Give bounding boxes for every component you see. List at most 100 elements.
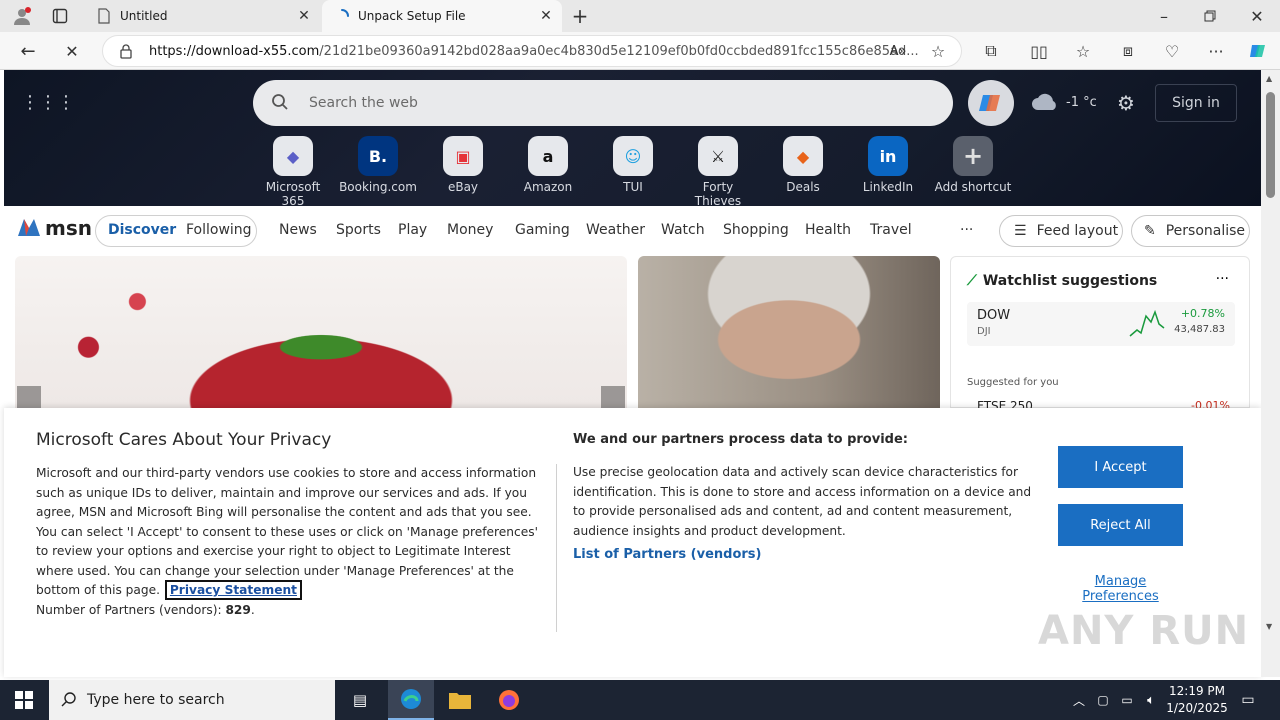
file-explorer-button[interactable] bbox=[437, 680, 483, 720]
restore-icon[interactable] bbox=[1196, 2, 1224, 30]
web-search-input[interactable]: Search the web bbox=[253, 80, 953, 126]
stop-icon[interactable]: ✕ bbox=[58, 37, 86, 65]
favorite-star-icon[interactable]: ☆ bbox=[924, 37, 952, 65]
url-field[interactable]: https://download-x55.com/21d21be09360a91… bbox=[102, 35, 962, 67]
manage-preferences-link[interactable]: Manage Preferences bbox=[1058, 574, 1183, 604]
taskbar-clock[interactable]: 12:19 PM 1/20/2025 bbox=[1166, 683, 1228, 717]
page-scrollbar[interactable]: ▲ ▼ bbox=[1261, 70, 1280, 677]
edge-taskbar-button[interactable] bbox=[388, 680, 434, 720]
booking-icon: B. bbox=[358, 136, 398, 176]
folder-icon bbox=[449, 693, 471, 709]
feed-layout-button[interactable]: ☰ Feed layout bbox=[999, 215, 1123, 247]
shortcut-amazon[interactable]: a Amazon bbox=[508, 136, 588, 194]
clock-date: 1/20/2025 bbox=[1166, 701, 1228, 715]
nav-news[interactable]: News bbox=[279, 222, 317, 238]
read-aloud-icon[interactable]: A» bbox=[884, 37, 912, 65]
shortcut-forty-thieves[interactable]: ⚔ Forty Thieves bbox=[678, 136, 758, 208]
personalise-button[interactable]: ✎ Personalise bbox=[1131, 215, 1250, 247]
lock-icon[interactable] bbox=[119, 43, 133, 63]
news-card-drink[interactable] bbox=[15, 256, 627, 408]
quote-row-dow[interactable]: DOW DJI +0.78% 43,487.83 bbox=[967, 302, 1235, 346]
copilot-icon[interactable] bbox=[1244, 37, 1272, 65]
tab-untitled[interactable]: Untitled ✕ bbox=[84, 0, 320, 32]
privacy-body-text: Microsoft and our third-party vendors us… bbox=[36, 466, 538, 597]
quote-sub: DJI bbox=[977, 326, 991, 337]
nav-play[interactable]: Play bbox=[398, 222, 427, 238]
task-view-icon[interactable]: ▤ bbox=[346, 686, 374, 714]
apps-grid-icon[interactable]: ⋮⋮⋮ bbox=[21, 88, 75, 116]
tab-discover[interactable]: Discover bbox=[108, 222, 176, 238]
back-icon[interactable]: ← bbox=[14, 37, 42, 65]
nav-gaming[interactable]: Gaming bbox=[515, 222, 570, 238]
weather-widget[interactable]: -1 °c bbox=[1030, 92, 1097, 112]
taskbar-search-placeholder: Type here to search bbox=[87, 692, 225, 708]
tab-label: Untitled bbox=[120, 9, 168, 23]
nav-watch[interactable]: Watch bbox=[661, 222, 705, 238]
new-tab-icon[interactable]: + bbox=[566, 2, 594, 30]
tab-following[interactable]: Following bbox=[186, 222, 252, 238]
shortcut-add[interactable]: + Add shortcut bbox=[933, 136, 1013, 194]
shortcut-booking[interactable]: B. Booking.com bbox=[338, 136, 418, 194]
msn-logo[interactable]: msn bbox=[16, 216, 92, 240]
close-icon[interactable]: ✕ bbox=[538, 8, 554, 24]
carousel-next-icon[interactable] bbox=[601, 386, 625, 408]
sliders-icon: ☰ bbox=[1014, 223, 1027, 239]
privacy-right-title: We and our partners process data to prov… bbox=[573, 432, 908, 447]
collections-icon[interactable]: ⧈ bbox=[1114, 37, 1142, 65]
nav-sports[interactable]: Sports bbox=[336, 222, 381, 238]
shortcut-linkedin[interactable]: in LinkedIn bbox=[848, 136, 928, 194]
search-icon bbox=[61, 691, 77, 711]
more-menu-icon[interactable]: ··· bbox=[1202, 37, 1230, 65]
taskbar-search-input[interactable]: Type here to search bbox=[49, 680, 335, 720]
partners-list-link[interactable]: List of Partners (vendors) bbox=[573, 547, 761, 562]
close-icon[interactable]: ✕ bbox=[296, 8, 312, 24]
extensions-icon[interactable]: ⧉ bbox=[977, 37, 1005, 65]
edge-icon bbox=[401, 689, 421, 709]
nav-shopping[interactable]: Shopping bbox=[723, 222, 789, 238]
split-screen-icon[interactable]: ▯▯ bbox=[1025, 37, 1053, 65]
reject-all-button[interactable]: Reject All bbox=[1058, 504, 1183, 546]
weather-temp: -1 °c bbox=[1066, 94, 1097, 110]
privacy-divider bbox=[556, 464, 557, 632]
nav-weather[interactable]: Weather bbox=[586, 222, 645, 238]
profile-icon[interactable] bbox=[8, 2, 36, 30]
news-card-portrait[interactable] bbox=[638, 256, 940, 408]
trend-icon: ⟋ bbox=[967, 273, 977, 289]
browser-essentials-icon[interactable]: ♡ bbox=[1158, 37, 1186, 65]
shortcut-microsoft-365[interactable]: ◆ Microsoft 365 bbox=[253, 136, 333, 208]
shortcut-deals[interactable]: ◆ Deals bbox=[763, 136, 843, 194]
shortcut-tui[interactable]: ☺ TUI bbox=[593, 136, 673, 194]
feed-layout-label: Feed layout bbox=[1036, 223, 1119, 239]
shortcut-label: Forty Thieves bbox=[694, 180, 742, 208]
close-window-icon[interactable]: ✕ bbox=[1243, 2, 1271, 30]
firefox-button[interactable] bbox=[486, 680, 532, 720]
volume-icon[interactable]: 🔈︎ bbox=[1137, 686, 1165, 714]
privacy-statement-link[interactable]: Privacy Statement bbox=[164, 580, 302, 600]
partners-count-value: 829 bbox=[225, 602, 251, 617]
shortcut-label: Amazon bbox=[523, 180, 573, 194]
accept-button[interactable]: I Accept bbox=[1058, 446, 1183, 488]
page-icon bbox=[96, 8, 112, 24]
settings-gear-icon[interactable]: ⚙ bbox=[1112, 89, 1140, 117]
favorites-icon[interactable]: ☆ bbox=[1069, 37, 1097, 65]
tab-actions-icon[interactable] bbox=[46, 2, 74, 30]
nav-travel[interactable]: Travel bbox=[870, 222, 912, 238]
sign-in-button[interactable]: Sign in bbox=[1155, 84, 1237, 122]
minimize-icon[interactable]: – bbox=[1150, 2, 1178, 30]
nav-money[interactable]: Money bbox=[447, 222, 493, 238]
sparkline-icon bbox=[1129, 309, 1165, 337]
copilot-button[interactable] bbox=[968, 80, 1014, 126]
nav-health[interactable]: Health bbox=[805, 222, 851, 238]
start-button[interactable] bbox=[0, 680, 48, 720]
carousel-prev-icon[interactable] bbox=[17, 386, 41, 408]
scroll-up-icon[interactable]: ▲ bbox=[1266, 74, 1272, 83]
scroll-down-icon[interactable]: ▼ bbox=[1266, 622, 1272, 631]
nav-more-icon[interactable]: ··· bbox=[960, 222, 973, 238]
quote-change: +0.78% bbox=[1180, 307, 1225, 320]
deals-icon: ◆ bbox=[783, 136, 823, 176]
scrollbar-thumb[interactable] bbox=[1266, 92, 1275, 198]
notifications-icon[interactable]: ▭ bbox=[1234, 686, 1262, 714]
watchlist-more-icon[interactable]: ··· bbox=[1216, 271, 1229, 287]
shortcut-ebay[interactable]: ▣ eBay bbox=[423, 136, 503, 194]
tab-unpack-setup-file[interactable]: Unpack Setup File ✕ bbox=[322, 0, 562, 32]
